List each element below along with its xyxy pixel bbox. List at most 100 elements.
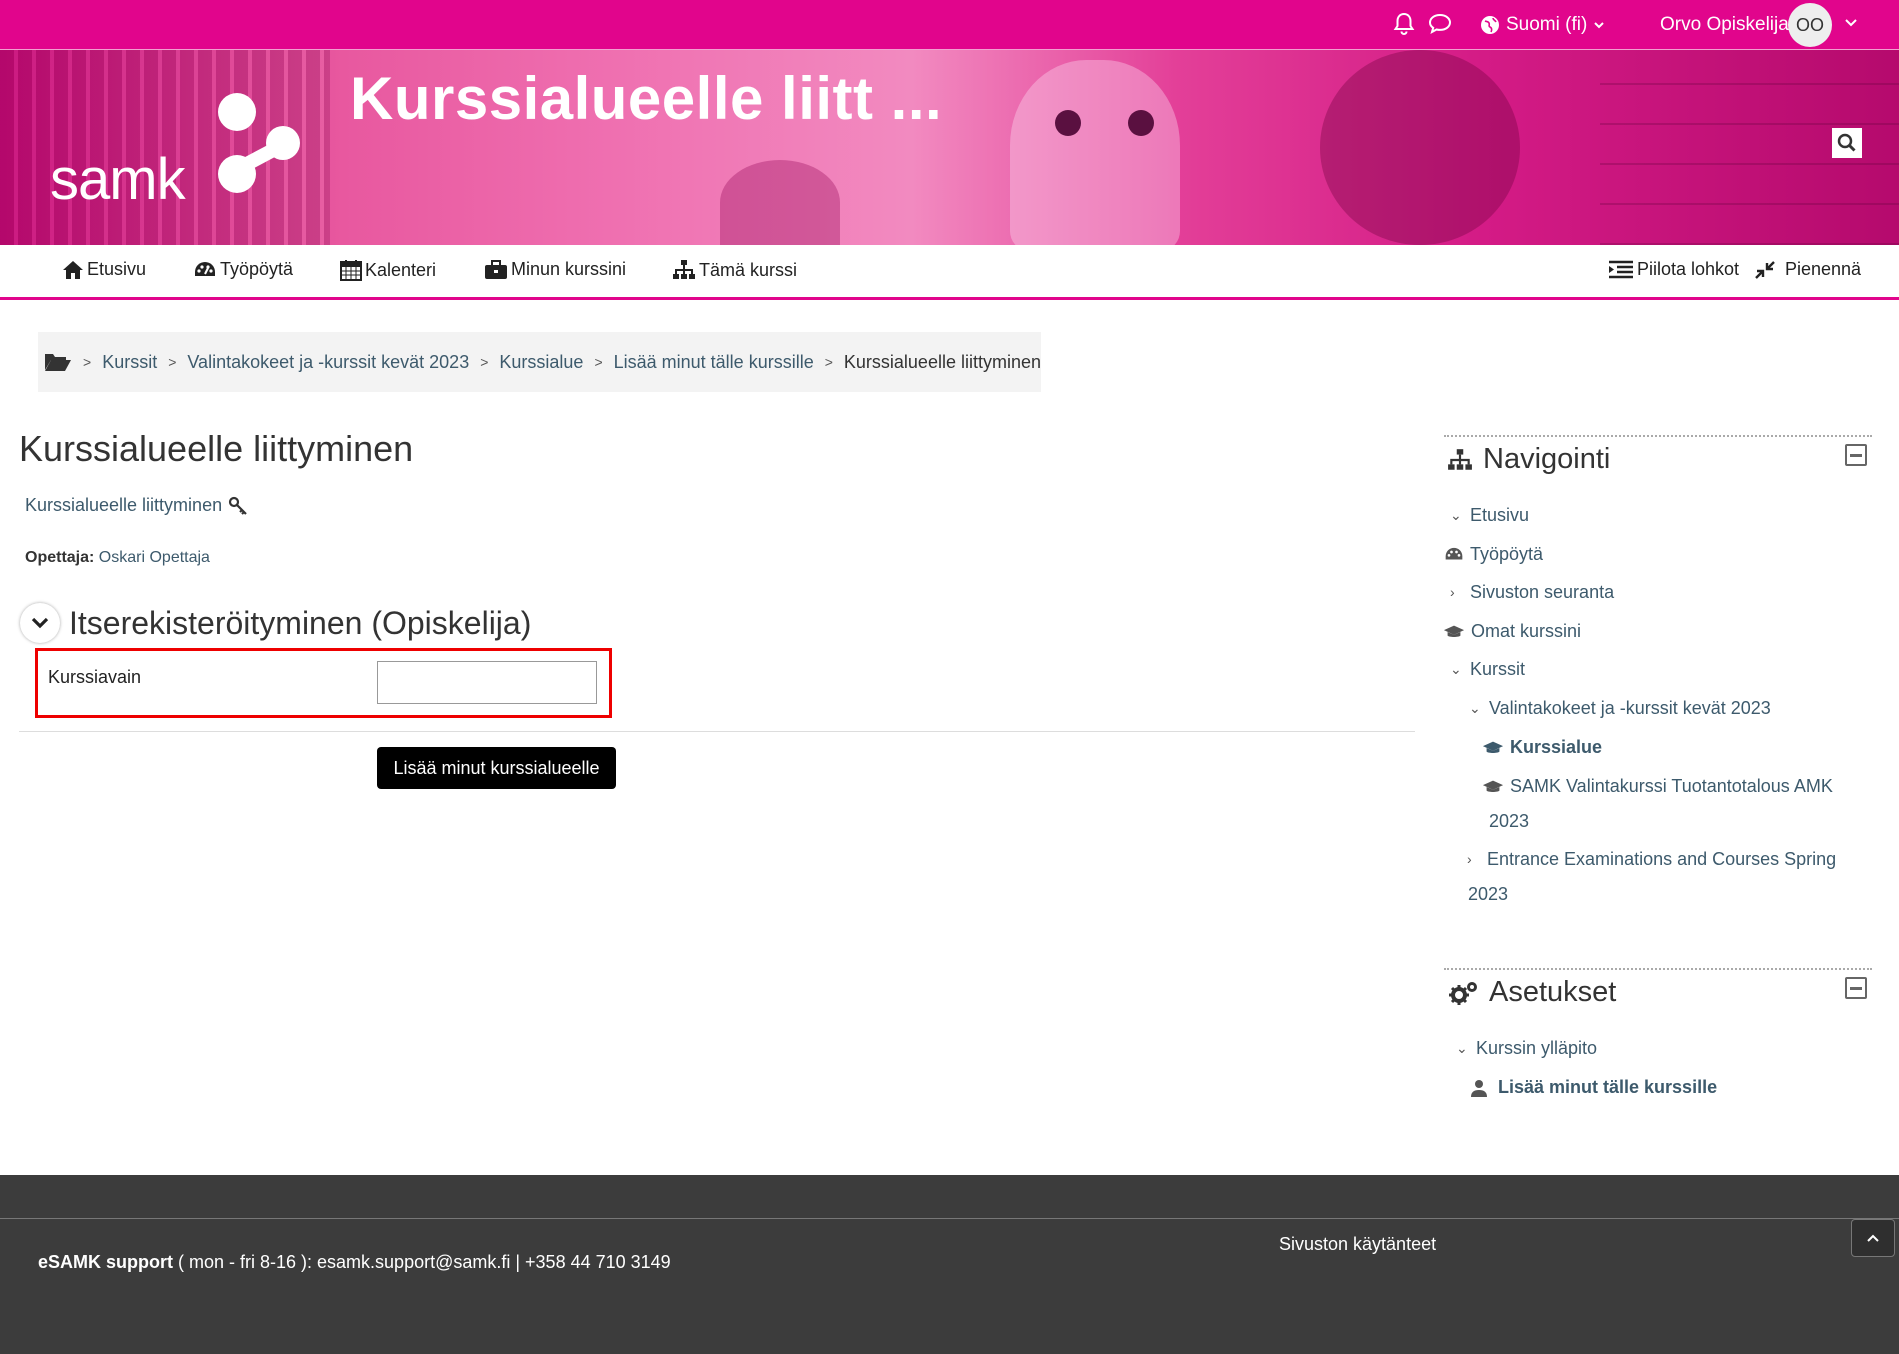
breadcrumb-current: Kurssialueelle liittyminen xyxy=(843,351,1041,372)
graduation-cap-icon xyxy=(1443,625,1465,638)
page-title: Kurssialueelle liittyminen xyxy=(19,428,414,469)
nav-tree-site-tracking[interactable]: › Sivuston seuranta xyxy=(1450,575,1614,610)
nav-tree-home-label: Etusivu xyxy=(1470,505,1530,525)
chevron-down-icon: ⌄ xyxy=(1469,700,1481,716)
nav-this-course-label: Tämä kurssi xyxy=(699,259,798,280)
settings-block-border xyxy=(1444,968,1872,970)
banner-title: Kurssialueelle liitt ... xyxy=(350,65,943,132)
robot-eye xyxy=(1128,110,1154,136)
header-banner: samk Kurssialueelle liitt ... xyxy=(0,50,1899,245)
teacher-label: Opettaja: xyxy=(25,549,95,566)
nav-tree-samk-course-label: SAMK Valintakurssi Tuotantotalous AMK xyxy=(1510,776,1833,796)
nav-tree-entrance-line2[interactable]: 2023 xyxy=(1468,877,1508,912)
nav-tree-entrance-label: Entrance Examinations and Courses Spring xyxy=(1487,849,1837,869)
nav-tree-my-courses[interactable]: Omat kurssini xyxy=(1443,614,1581,649)
nav-home-label: Etusivu xyxy=(87,259,147,279)
banner-stethoscope-image xyxy=(720,160,840,245)
breadcrumb: > Kurssit > Valintakokeet ja -kurssit ke… xyxy=(38,332,1041,392)
footer-policies-link[interactable]: Sivuston käytänteet xyxy=(1279,1234,1436,1255)
chevron-right-icon: › xyxy=(1467,851,1472,867)
nav-calendar[interactable]: Kalenteri xyxy=(340,259,436,281)
dashboard-icon xyxy=(195,261,215,276)
nav-tree-course-area-label: Kurssialue xyxy=(1510,737,1603,757)
nav-tree-course-area[interactable]: Kurssialue xyxy=(1482,730,1602,765)
chevron-up-icon xyxy=(1867,1234,1879,1242)
nav-tree-courses[interactable]: ⌄ Kurssit xyxy=(1450,652,1525,687)
breadcrumb-courses[interactable]: Kurssit xyxy=(102,352,157,373)
navigation-block-collapse-button[interactable] xyxy=(1845,444,1867,466)
folder-open-icon[interactable] xyxy=(44,352,72,372)
primary-navigation: Etusivu Työpöytä Kalenteri Minun kurssin… xyxy=(0,245,1899,300)
globe-icon xyxy=(1481,16,1499,34)
settings-course-admin[interactable]: ⌄ Kurssin ylläpito xyxy=(1456,1031,1597,1066)
navigation-block-border xyxy=(1444,435,1872,437)
language-menu[interactable]: Suomi (fi) xyxy=(1480,14,1605,36)
nav-tree-dashboard[interactable]: Työpöytä xyxy=(1444,537,1543,572)
nav-this-course[interactable]: Tämä kurssi xyxy=(672,259,797,281)
breadcrumb-course-area[interactable]: Kurssialue xyxy=(499,352,583,373)
nav-tree-entrance-year: 2023 xyxy=(1468,884,1509,904)
nav-dashboard-label: Työpöytä xyxy=(220,259,294,279)
hide-blocks-button[interactable]: Piilota lohkot xyxy=(1608,259,1739,280)
sitemap-icon xyxy=(1448,448,1472,470)
nav-my-courses[interactable]: Minun kurssini xyxy=(484,259,626,280)
indent-icon xyxy=(1609,260,1633,278)
chevron-right-icon: > xyxy=(824,354,833,370)
enrol-link[interactable]: Kurssialueelle liittyminen xyxy=(25,495,248,516)
settings-block-title: Asetukset xyxy=(1449,976,1616,1009)
user-menu-chevron-icon[interactable] xyxy=(1844,16,1858,34)
nav-tree-samk-course-line2[interactable]: 2023 xyxy=(1489,804,1529,839)
nav-tree-entrance[interactable]: › Entrance Examinations and Courses Spri… xyxy=(1467,842,1836,877)
chat-icon[interactable] xyxy=(1427,12,1453,41)
graduation-cap-icon xyxy=(1482,780,1504,793)
settings-block-collapse-button[interactable] xyxy=(1845,977,1867,999)
self-enrolment-heading: Itserekisteröityminen (Opiskelija) xyxy=(69,605,532,641)
chevron-down-icon: ⌄ xyxy=(1450,507,1462,523)
nav-my-courses-label: Minun kurssini xyxy=(511,259,627,279)
settings-block-title-label: Asetukset xyxy=(1489,976,1617,1008)
nav-home[interactable]: Etusivu xyxy=(62,259,146,280)
dashboard-icon xyxy=(1445,547,1463,560)
navigation-block-title-label: Navigointi xyxy=(1483,443,1611,475)
teacher-name[interactable]: Oskari Opettaja xyxy=(99,549,210,566)
chevron-down-icon: ⌄ xyxy=(1450,661,1462,677)
nav-tree-courses-label: Kurssit xyxy=(1470,659,1526,679)
breadcrumb-category[interactable]: Valintakokeet ja -kurssit kevät 2023 xyxy=(187,352,469,373)
chevron-right-icon: > xyxy=(594,354,603,370)
language-label: Suomi (fi) xyxy=(1506,14,1588,35)
nav-tree-site-tracking-label: Sivuston seuranta xyxy=(1470,582,1615,602)
compress-icon xyxy=(1755,260,1775,279)
nav-tree-dashboard-label: Työpöytä xyxy=(1470,544,1544,564)
minimize-button[interactable]: Pienennä xyxy=(1754,259,1861,280)
enrol-submit-button[interactable]: Lisää minut kurssialueelle xyxy=(377,747,616,789)
chevron-right-icon: > xyxy=(83,354,92,370)
chevron-down-icon xyxy=(1594,22,1605,29)
settings-enrol-me[interactable]: Lisää minut tälle kurssille xyxy=(1470,1070,1717,1105)
back-to-top-button[interactable] xyxy=(1851,1219,1895,1257)
search-button[interactable] xyxy=(1832,128,1862,158)
teacher-info: Opettaja: Oskari Opettaja xyxy=(25,549,210,567)
enrolment-key-input[interactable] xyxy=(377,661,597,704)
nav-dashboard[interactable]: Työpöytä xyxy=(193,259,293,280)
samk-logo-icon[interactable] xyxy=(215,90,305,200)
footer-support-title: eSAMK support xyxy=(38,1252,173,1272)
chevron-right-icon: › xyxy=(1450,584,1455,600)
enrolment-key-label: Kurssiavain xyxy=(48,667,142,687)
bell-icon[interactable] xyxy=(1393,12,1415,41)
nav-tree-samk-course[interactable]: SAMK Valintakurssi Tuotantotalous AMK xyxy=(1482,769,1833,804)
chevron-right-icon: > xyxy=(480,354,489,370)
user-name[interactable]: Orvo Opiskelija xyxy=(1660,14,1789,36)
section-collapse-toggle[interactable] xyxy=(20,603,60,643)
chevron-right-icon: > xyxy=(168,354,177,370)
breadcrumb-enrol-me[interactable]: Lisää minut tälle kurssille xyxy=(614,352,814,373)
nav-tree-samk-course-year: 2023 xyxy=(1489,811,1530,831)
nav-tree-my-courses-label: Omat kurssini xyxy=(1471,621,1582,641)
footer-divider xyxy=(0,1218,1899,1219)
nav-tree-category[interactable]: ⌄ Valintakokeet ja -kurssit kevät 2023 xyxy=(1469,691,1771,726)
settings-enrol-me-label: Lisää minut tälle kurssille xyxy=(1498,1077,1718,1097)
nav-tree-home[interactable]: ⌄ Etusivu xyxy=(1450,498,1529,533)
samk-logo-text[interactable]: samk xyxy=(50,146,186,213)
avatar[interactable]: OO xyxy=(1788,3,1832,47)
sitemap-icon xyxy=(673,260,695,279)
graduation-cap-icon xyxy=(1482,741,1504,754)
